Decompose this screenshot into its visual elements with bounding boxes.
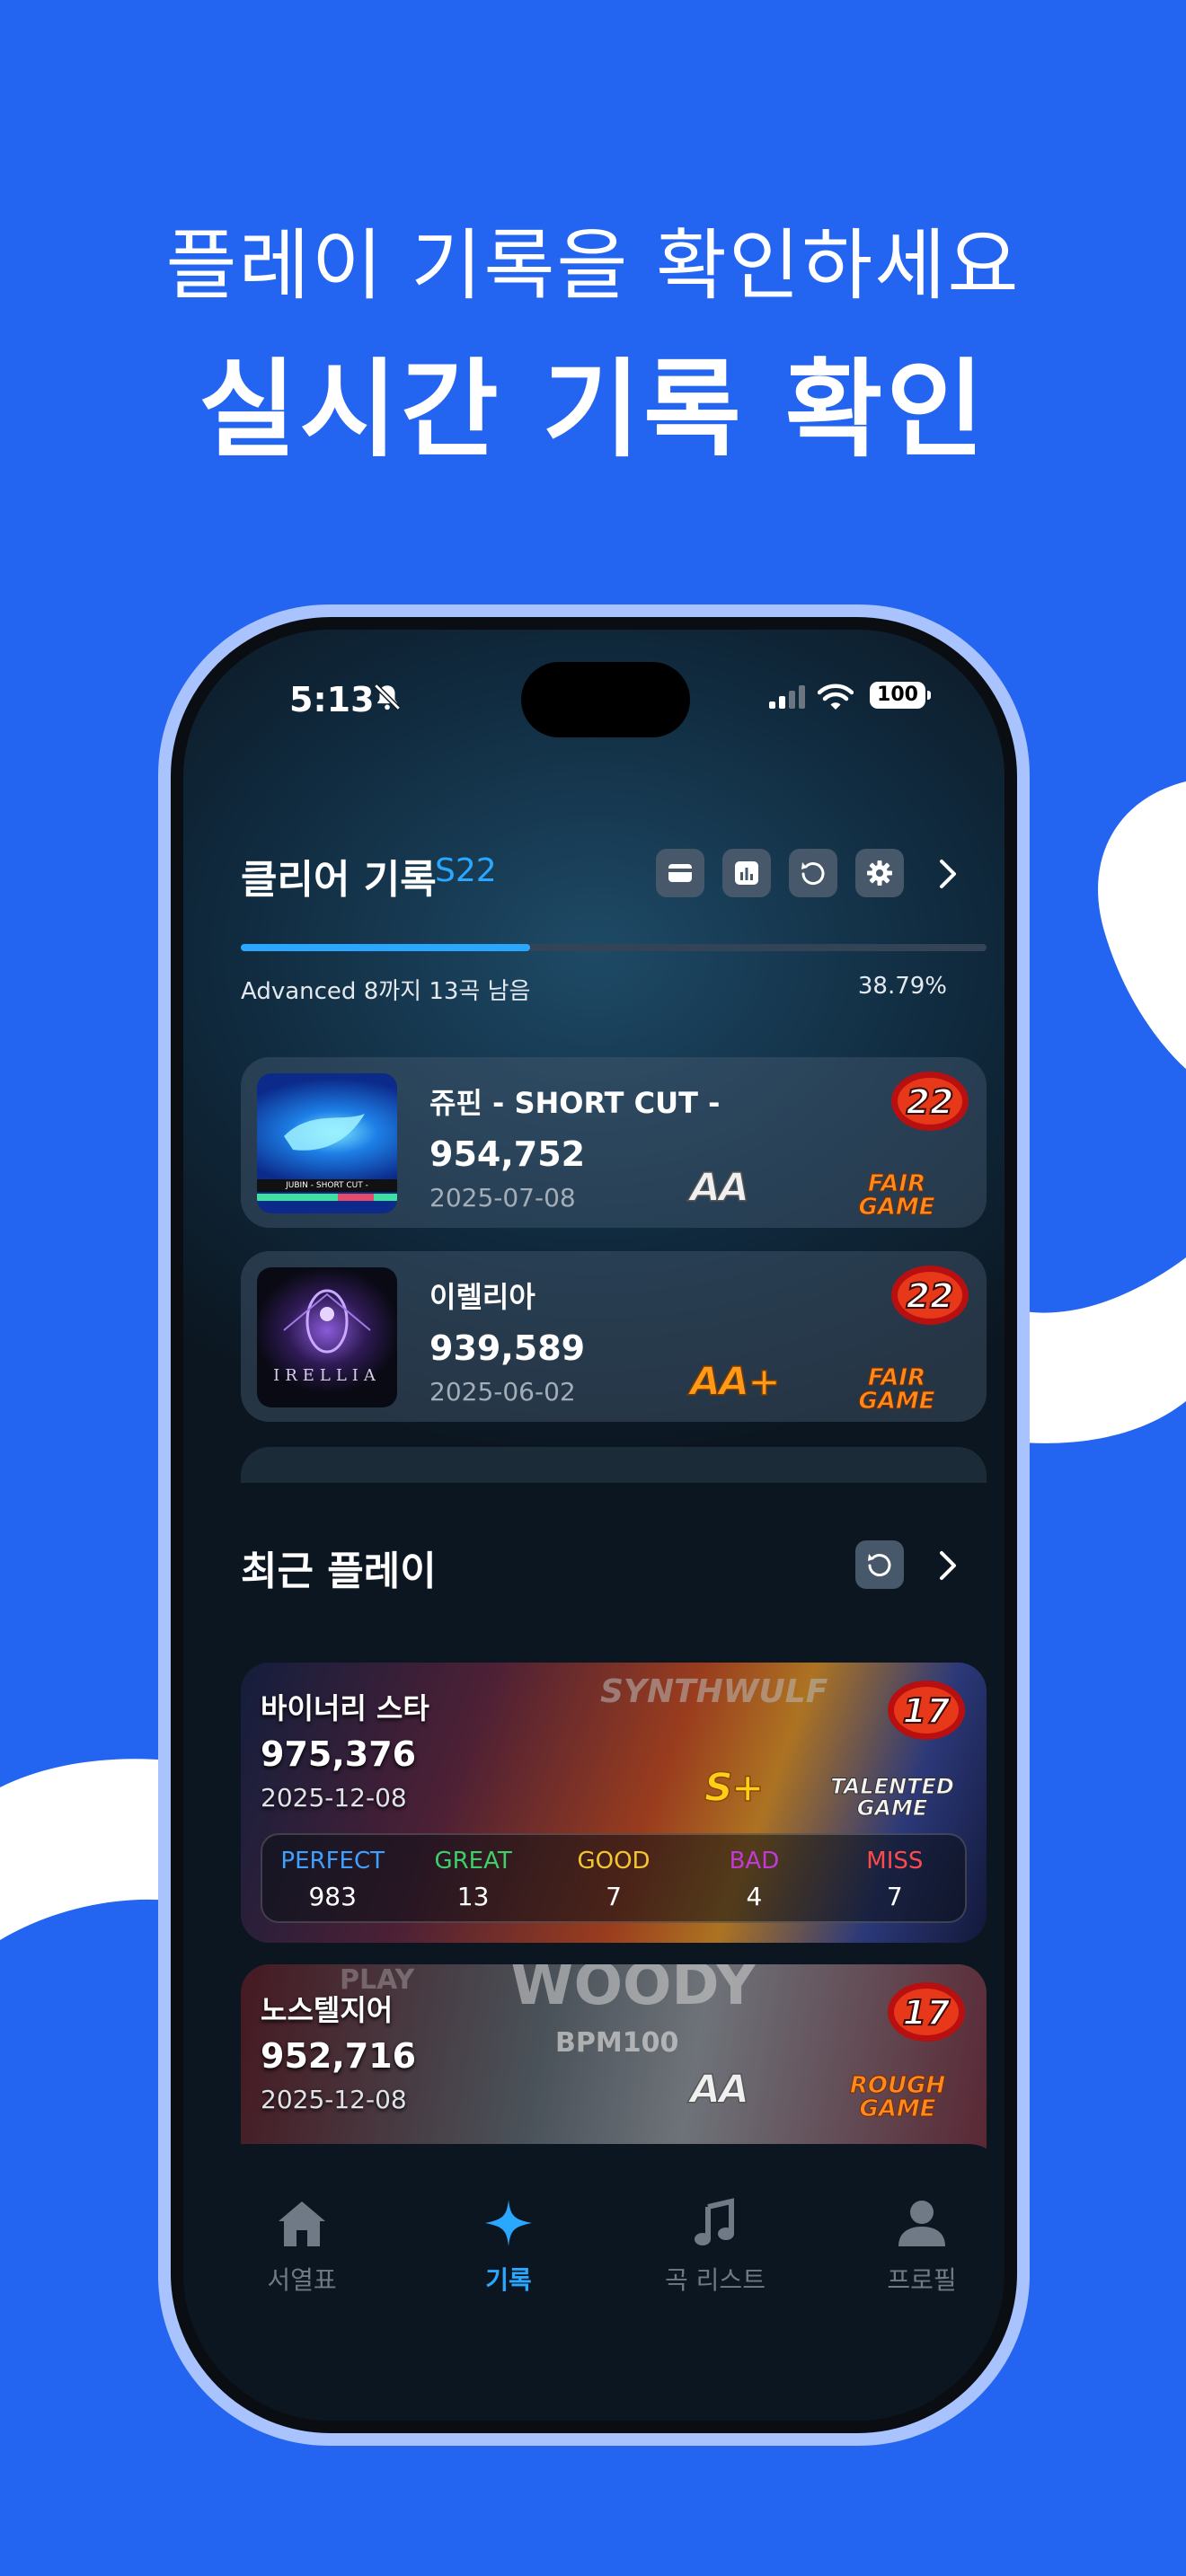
recent-refresh-button[interactable] [855, 1540, 904, 1589]
dynamic-island [521, 662, 690, 737]
progress-bar [241, 944, 987, 951]
tab-records[interactable]: 기록 [419, 2198, 598, 2297]
thumbnail-caption: IRELLIA [273, 1366, 381, 1385]
clear-record-card-peek [241, 1447, 987, 1483]
recent-play-card[interactable]: SYNTHWULF 바이너리 스타 975,376 2025-12-08 17 … [241, 1663, 987, 1943]
tab-profile[interactable]: 프로필 [832, 2198, 1005, 2297]
bad-count: BAD 4 [729, 1848, 780, 1911]
music-note-icon [695, 2198, 734, 2245]
cellular-signal-icon [769, 685, 805, 709]
battery-indicator: 100 [870, 682, 931, 709]
refresh-icon [801, 862, 825, 886]
play-date: 2025-06-02 [429, 1377, 576, 1407]
gear-icon [867, 860, 892, 886]
settings-button[interactable] [855, 849, 904, 897]
clear-record-card[interactable]: JUBIN - SHORT CUT - 쥬핀 - SHORT CUT - 954… [241, 1057, 987, 1228]
clear-records-title: 클리어 기록 [241, 857, 437, 903]
rank-grade: AA [689, 2066, 750, 2113]
rank-grade: AA [689, 1164, 750, 1212]
progress-text: Advanced 8까지 13곡 남음 [241, 978, 531, 1005]
chevron-right-icon[interactable] [938, 858, 958, 890]
song-title: 이렐리아 [429, 1280, 535, 1314]
clear-record-card[interactable]: IRELLIA 이렐리아 939,589 2025-06-02 22 AA+ F… [241, 1251, 987, 1422]
song-thumbnail: IRELLIA [257, 1267, 397, 1407]
progress-fill [241, 944, 530, 951]
sparkle-icon [485, 2200, 532, 2246]
tab-song-list[interactable]: 곡 리스트 [625, 2198, 805, 2297]
song-title: 노스텔지어 [261, 1993, 394, 2027]
play-date: 2025-12-08 [261, 2085, 407, 2114]
good-count: GOOD 7 [577, 1848, 651, 1911]
rank-grade: S+ [704, 1764, 765, 1812]
song-score: 952,716 [261, 2036, 417, 2076]
progress-percent: 38.79% [857, 973, 947, 1000]
bell-muted-icon [374, 684, 401, 710]
level-number: 22 [906, 1275, 955, 1317]
song-score: 954,752 [429, 1134, 586, 1174]
promo-subtitle: 플레이 기록을 확인하세요 [165, 221, 1021, 311]
tab-ranking-table[interactable]: 서열표 [212, 2198, 392, 2297]
great-count: GREAT 13 [434, 1848, 512, 1911]
perfect-count: PERFECT 983 [280, 1848, 385, 1911]
thumbnail-caption: JUBIN - SHORT CUT - [286, 1181, 368, 1190]
play-date: 2025-12-08 [261, 1783, 407, 1813]
judgement-badge: TALENTED GAME [830, 1774, 955, 1821]
stats-button[interactable] [722, 849, 771, 897]
refresh-icon [868, 1554, 891, 1577]
status-time: 5:13 [289, 680, 375, 719]
song-title: 쥬핀 - SHORT CUT - [429, 1086, 721, 1120]
season-badge: S22 [435, 852, 497, 889]
judgement-badge: FAIR GAME [858, 1170, 935, 1221]
song-score: 939,589 [429, 1328, 586, 1368]
judgement-badge: FAIR GAME [858, 1364, 935, 1415]
recent-plays-title: 최근 플레이 [241, 1548, 437, 1594]
level-number: 17 [902, 1992, 951, 2033]
person-icon [898, 2201, 945, 2246]
miss-count: MISS 7 [866, 1848, 924, 1911]
phone-frame: 5:13 100 클리어 기록 S22 Advanced 8까지 13곡 남음 … [158, 604, 1030, 2446]
bottom-tab-bar: 서열표 기록 곡 리스트 프로필 [183, 2144, 1005, 2421]
chevron-right-icon[interactable] [938, 1549, 958, 1582]
wifi-icon [818, 684, 854, 710]
rank-grade: AA+ [689, 1358, 781, 1406]
level-number: 17 [902, 1690, 951, 1732]
song-thumbnail: JUBIN - SHORT CUT - [257, 1073, 397, 1213]
home-icon [279, 2201, 325, 2246]
card-icon [668, 864, 692, 882]
song-score: 975,376 [261, 1734, 417, 1774]
judgement-counts: PERFECT 983 GREAT 13 GOOD 7 BAD 4 MISS 7 [261, 1833, 967, 1923]
song-title: 바이너리 스타 [261, 1691, 429, 1725]
judgement-badge: ROUGH GAME [849, 2072, 946, 2122]
app-screen: 5:13 100 클리어 기록 S22 Advanced 8까지 13곡 남음 … [183, 630, 1005, 2421]
card-view-button[interactable] [656, 849, 704, 897]
play-date: 2025-07-08 [429, 1183, 576, 1213]
refresh-button[interactable] [789, 849, 837, 897]
bar-chart-icon [735, 861, 758, 885]
promo-title: 실시간 기록 확인 [198, 348, 988, 472]
level-number: 22 [906, 1081, 955, 1123]
